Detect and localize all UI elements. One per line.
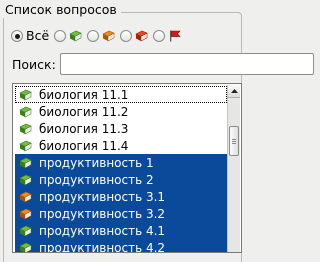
list-item[interactable]: биология 11.2: [15, 103, 227, 120]
arrow-up-icon: [230, 89, 238, 93]
list-item-label: биология 11.3: [39, 121, 129, 136]
list-item[interactable]: биология 11.1: [15, 86, 227, 103]
filter-radio[interactable]: [87, 30, 100, 42]
filter-option-label: Всё: [26, 28, 50, 43]
list-item-label: биология 11.2: [39, 104, 129, 119]
book-green-icon: [19, 123, 32, 134]
list-item-label: продуктивность 2: [39, 172, 154, 187]
search-input[interactable]: [60, 53, 314, 75]
list-scrollbar[interactable]: [227, 85, 240, 252]
filter-option-book-orange[interactable]: [87, 30, 115, 42]
book-green-icon: [19, 174, 32, 185]
book-orange-icon: [102, 30, 115, 42]
list-item[interactable]: биология 11.4: [15, 137, 227, 154]
scroll-thumb[interactable]: [229, 126, 239, 156]
filter-radio[interactable]: [11, 30, 23, 42]
list-item[interactable]: продуктивность 1: [15, 154, 227, 171]
list-item[interactable]: продуктивность 3.2: [15, 205, 227, 222]
list-item[interactable]: продуктивность 3.1: [15, 188, 227, 205]
panel-title: Список вопросов: [3, 2, 121, 18]
filter-option-all[interactable]: Всё: [11, 28, 49, 44]
list-item-label: биология 11.1: [39, 87, 129, 102]
search-label: Поиск:: [12, 56, 56, 72]
filter-option-book-green[interactable]: [54, 30, 82, 42]
scroll-up-button[interactable]: [228, 85, 240, 98]
book-green-icon: [19, 157, 32, 168]
book-green-icon: [19, 106, 32, 117]
list-item[interactable]: продуктивность 2: [15, 171, 227, 188]
list-item-label: продуктивность 1: [39, 155, 154, 170]
question-list-rows: биология 11.1 биология 11.2 биология 11.3 б…: [15, 86, 227, 253]
filter-radio[interactable]: [54, 30, 67, 42]
list-item-label: продуктивность 4.1: [39, 223, 166, 238]
search-row: Поиск:: [12, 53, 314, 75]
list-item[interactable]: биология 11.3: [15, 120, 227, 137]
filter-radio[interactable]: [153, 30, 166, 42]
book-red-icon: [135, 30, 148, 42]
book-green-icon: [19, 89, 32, 100]
list-item[interactable]: продуктивность 4.2: [15, 239, 227, 253]
filter-option-book-red[interactable]: [120, 30, 148, 42]
filter-radio[interactable]: [120, 30, 133, 42]
book-green-icon: [19, 140, 32, 151]
list-item-label: продуктивность 4.2: [39, 240, 166, 253]
book-green-icon: [19, 242, 32, 252]
filter-option-flag-red[interactable]: [153, 30, 181, 42]
book-orange-icon: [19, 191, 32, 202]
question-list[interactable]: биология 11.1 биология 11.2 биология 11.3 б…: [12, 83, 242, 253]
list-item-label: продуктивность 3.1: [39, 189, 166, 204]
filter-radio-group: Всё: [11, 27, 186, 45]
list-item-label: биология 11.4: [39, 138, 129, 153]
book-orange-icon: [19, 208, 32, 219]
book-green-icon: [19, 225, 32, 236]
book-green-icon: [69, 30, 82, 42]
list-item-label: продуктивность 3.2: [39, 206, 166, 221]
flag-red-icon: [170, 30, 181, 42]
list-item[interactable]: продуктивность 4.1: [15, 222, 227, 239]
